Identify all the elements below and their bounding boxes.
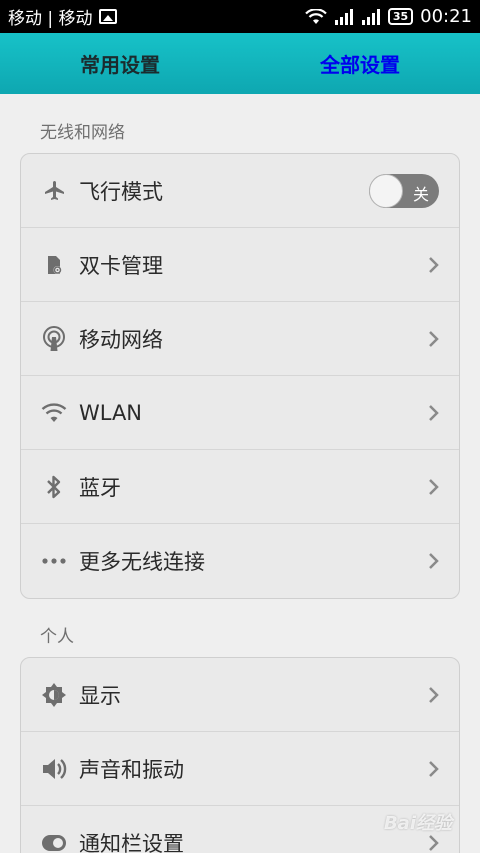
wifi-icon xyxy=(21,402,79,423)
sim-card-icon xyxy=(21,253,79,277)
airplane-mode-row[interactable]: 飞行模式 关 xyxy=(21,154,459,228)
sound-vibration-row[interactable]: 声音和振动 xyxy=(21,732,459,806)
airplane-mode-toggle[interactable]: 关 xyxy=(369,173,439,208)
mobile-network-label: 移动网络 xyxy=(79,327,163,352)
chevron-right-icon xyxy=(409,834,459,852)
notification-toggle-icon xyxy=(21,834,79,852)
chevron-right-icon xyxy=(409,686,459,704)
display-label: 显示 xyxy=(79,683,121,708)
wifi-signal-icon xyxy=(305,8,327,24)
chevron-right-icon xyxy=(409,478,459,496)
notification-bar-label: 通知栏设置 xyxy=(79,832,184,853)
chevron-right-icon xyxy=(409,404,459,422)
toggle-knob xyxy=(369,173,403,208)
toggle-state-label: 关 xyxy=(412,184,429,204)
baidu-watermark: Bai经验 xyxy=(383,813,452,834)
bluetooth-row[interactable]: 蓝牙 xyxy=(21,450,459,524)
more-wireless-label: 更多无线连接 xyxy=(79,550,205,574)
airplane-icon xyxy=(21,179,79,203)
section-title-wireless: 无线和网络 xyxy=(40,123,125,143)
airplane-mode-label: 飞行模式 xyxy=(79,179,163,204)
dual-sim-label: 双卡管理 xyxy=(79,253,163,278)
tab-common-settings[interactable]: 常用设置 xyxy=(0,33,240,94)
clock: 00:21 xyxy=(420,6,472,27)
carrier-label: 移动 | 移动 xyxy=(8,9,93,29)
sound-vibration-label: 声音和振动 xyxy=(79,757,184,782)
section-title-personal: 个人 xyxy=(40,627,74,647)
wlan-label: WLAN xyxy=(79,400,143,425)
mobile-network-row[interactable]: 移动网络 xyxy=(21,302,459,376)
mobile-network-icon xyxy=(21,325,79,352)
status-bar: 移动 | 移动 35 00:21 xyxy=(0,0,480,33)
sound-icon xyxy=(21,756,79,782)
tab-header: 常用设置 全部设置 xyxy=(0,33,480,94)
display-row[interactable]: 显示 xyxy=(21,658,459,732)
bluetooth-icon xyxy=(21,474,79,500)
more-wireless-row[interactable]: 更多无线连接 xyxy=(21,524,459,598)
dual-sim-row[interactable]: 双卡管理 xyxy=(21,228,459,302)
tab-all-settings[interactable]: 全部设置 xyxy=(240,33,480,94)
battery-icon: 35 xyxy=(387,8,414,25)
bluetooth-label: 蓝牙 xyxy=(79,475,121,500)
wireless-settings-card: 飞行模式 关 双卡管理 移动网络 WLAN 蓝牙 更多无线连接 xyxy=(20,153,460,599)
chevron-right-icon xyxy=(409,760,459,778)
wlan-row[interactable]: WLAN xyxy=(21,376,459,450)
signal-strength-icon-2 xyxy=(361,8,380,25)
chevron-right-icon xyxy=(409,330,459,348)
chevron-right-icon xyxy=(409,552,459,570)
chevron-right-icon xyxy=(409,256,459,274)
more-icon xyxy=(21,557,79,565)
brightness-icon xyxy=(21,682,79,708)
image-notification-icon xyxy=(98,9,117,24)
signal-strength-icon xyxy=(334,8,353,25)
